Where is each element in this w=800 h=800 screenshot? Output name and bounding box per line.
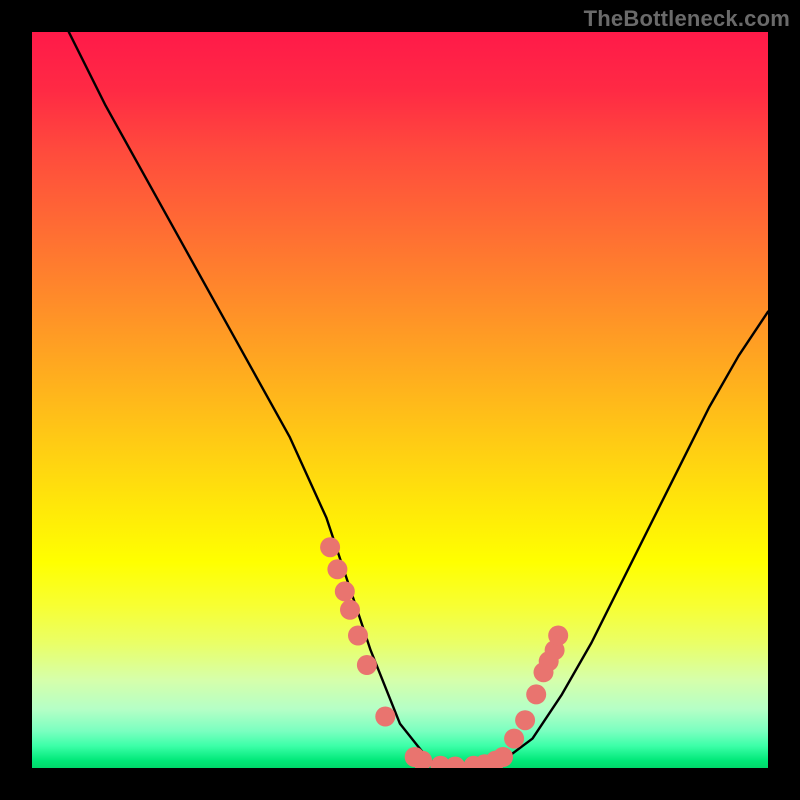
data-marker [493,747,513,767]
data-marker [504,729,524,749]
curve-markers [320,537,568,768]
curve-layer [32,32,768,768]
plot-area [32,32,768,768]
data-marker [548,626,568,646]
data-marker [375,707,395,727]
data-marker [348,626,368,646]
data-marker [526,684,546,704]
data-marker [335,581,355,601]
data-marker [327,559,347,579]
data-marker [515,710,535,730]
watermark-text: TheBottleneck.com [584,6,790,32]
data-marker [320,537,340,557]
data-marker [357,655,377,675]
data-marker [340,600,360,620]
curve-path [69,32,768,768]
chart-frame: TheBottleneck.com [0,0,800,800]
data-marker [445,757,465,769]
